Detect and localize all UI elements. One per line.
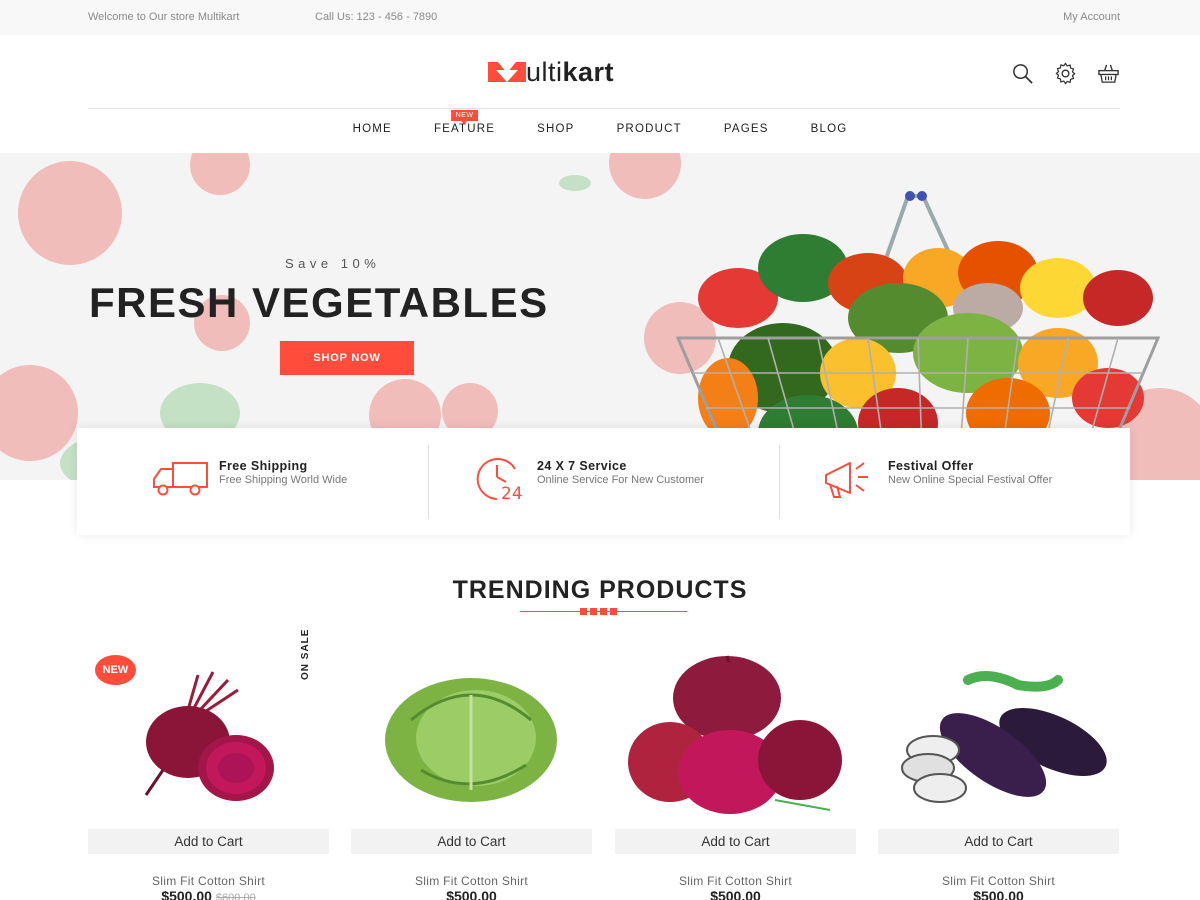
service-title: 24 X 7 Service (537, 458, 627, 473)
product-image-beetroot[interactable]: NEW ON SALE (88, 629, 329, 820)
product-image-onion[interactable] (615, 650, 856, 820)
hero-subtitle: Save 10% (285, 256, 381, 271)
add-to-cart-button[interactable]: Add to Cart (351, 829, 592, 854)
basket-icon[interactable] (1097, 62, 1120, 85)
logo-text-light: ulti (526, 56, 563, 87)
search-icon[interactable] (1011, 62, 1034, 85)
service-title: Free Shipping (219, 458, 308, 473)
service-desc: Online Service For New Customer (537, 473, 704, 486)
truck-icon (153, 461, 208, 495)
product-name[interactable]: Slim Fit Cotton Shirt (88, 874, 329, 888)
new-badge: NEW (95, 655, 136, 685)
logo[interactable]: ulti kart (488, 57, 614, 87)
nav-shop[interactable]: SHOP (516, 123, 595, 135)
price-current: $500.00 (161, 888, 212, 900)
nav-pages[interactable]: PAGES (703, 123, 790, 135)
add-to-cart-button[interactable]: Add to Cart (878, 829, 1119, 854)
service-24x7: 24 24 X 7 Service Online Service For New… (428, 444, 779, 519)
service-free-shipping: Free Shipping Free Shipping World Wide (77, 445, 428, 519)
welcome-text: Welcome to Our store Multikart (88, 11, 240, 23)
product-price: $500.00 (710, 888, 761, 900)
nav-feature[interactable]: FEATURE NEW (413, 110, 516, 135)
nav-blog[interactable]: BLOG (790, 123, 869, 135)
product-name[interactable]: Slim Fit Cotton Shirt (878, 874, 1119, 888)
nav-product[interactable]: PRODUCT (596, 123, 703, 135)
header-divider (88, 108, 1120, 109)
main-nav: HOME FEATURE NEW SHOP PRODUCT PAGES BLOG (0, 110, 1200, 135)
header-icons (1011, 62, 1120, 85)
services-box: Free Shipping Free Shipping World Wide 2… (77, 428, 1130, 535)
megaphone-icon (825, 461, 868, 498)
product-name[interactable]: Slim Fit Cotton Shirt (351, 874, 592, 888)
new-badge: NEW (450, 110, 479, 124)
my-account-link[interactable]: My Account (1063, 11, 1120, 23)
product-name[interactable]: Slim Fit Cotton Shirt (615, 874, 856, 888)
product-card[interactable]: Add to Cart Slim Fit Cotton Shirt $500.0… (351, 650, 592, 900)
title-dots (580, 608, 617, 615)
service-festival-offer: Festival Offer New Online Special Festiv… (779, 444, 1130, 519)
logo-m-icon (488, 62, 526, 82)
product-price: $500.00 (446, 888, 497, 900)
product-card[interactable]: NEW ON SALE Add to Cart Slim Fit Cotton … (88, 629, 329, 900)
gear-icon[interactable] (1054, 62, 1077, 85)
add-to-cart-button[interactable]: Add to Cart (88, 829, 329, 854)
product-price: $500.00 $600.00 (88, 888, 329, 900)
trending-title: TRENDING PRODUCTS (452, 576, 748, 604)
logo-text-bold: kart (562, 56, 615, 87)
nav-home[interactable]: HOME (332, 123, 413, 135)
service-title: Festival Offer (888, 458, 974, 473)
shop-now-button[interactable]: SHOP NOW (280, 341, 414, 375)
svg-text:24: 24 (501, 484, 523, 501)
service-desc: Free Shipping World Wide (219, 473, 348, 486)
phone-text: Call Us: 123 - 456 - 7890 (315, 11, 438, 23)
nav-feature-label: FEATURE (433, 123, 496, 135)
product-price: $500.00 (973, 888, 1024, 900)
top-bar: Welcome to Our store Multikart Call Us: … (0, 0, 1200, 35)
product-card[interactable]: Add to Cart Slim Fit Cotton Shirt $500.0… (878, 650, 1119, 900)
product-image-eggplant[interactable] (878, 650, 1119, 820)
clock-24-icon: 24 (476, 457, 523, 501)
hero-title: FRESH VEGETABLES (89, 279, 549, 326)
product-image-cabbage[interactable] (351, 650, 592, 820)
add-to-cart-button[interactable]: Add to Cart (615, 829, 856, 854)
price-old: $600.00 (215, 892, 256, 900)
header: ulti kart HOME FEATURE NEW SHOP PRODUCT P… (0, 35, 1200, 153)
service-desc: New Online Special Festival Offer (888, 473, 1053, 486)
product-card[interactable]: Add to Cart Slim Fit Cotton Shirt $500.0… (615, 650, 856, 900)
on-sale-label: ON SALE (300, 628, 311, 680)
